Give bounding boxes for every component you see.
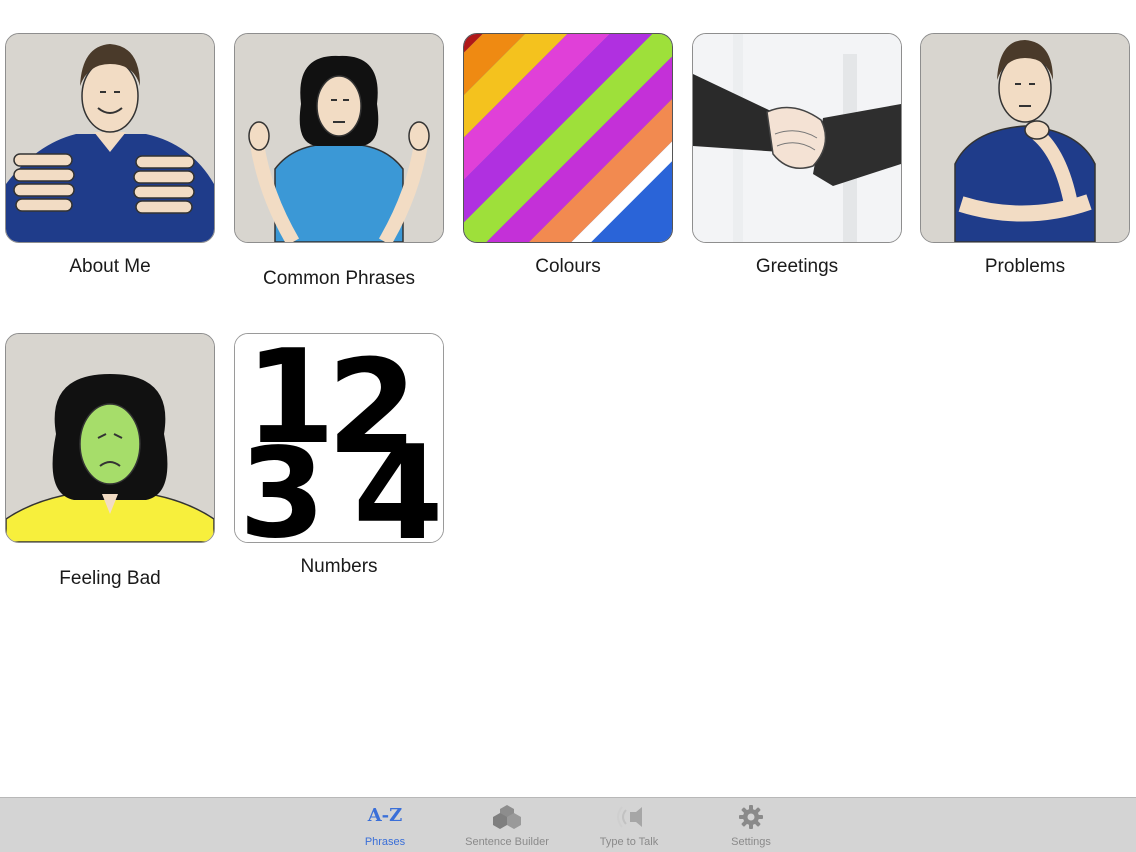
- gear-icon: [696, 804, 806, 830]
- category-label: Problems: [984, 256, 1066, 277]
- category-tile-common-phrases[interactable]: Common Phrases: [234, 33, 444, 290]
- category-label: About Me: [69, 256, 151, 277]
- tab-label: Settings: [731, 836, 771, 848]
- phrases-screen: About Me Common Phrases Colours Greeting…: [0, 0, 1136, 852]
- category-label: Common Phrases: [262, 268, 416, 289]
- woman-shrugging-icon: [234, 33, 444, 243]
- tab-settings[interactable]: Settings: [696, 798, 806, 852]
- tab-label: Phrases: [364, 836, 406, 848]
- tab-type-to-talk[interactable]: Type to Talk: [574, 798, 684, 852]
- category-label: Feeling Bad: [59, 568, 161, 589]
- man-pointing-self-icon: [5, 33, 215, 243]
- az-icon: A-Z: [330, 804, 440, 830]
- tab-sentence-builder[interactable]: Sentence Builder: [452, 798, 562, 852]
- az-glyph: A-Z: [367, 805, 403, 826]
- category-tile-about-me[interactable]: About Me: [5, 33, 215, 278]
- category-tile-greetings[interactable]: Greetings: [692, 33, 902, 278]
- rainbow-stripes-icon: [463, 33, 673, 243]
- bottom-tab-bar: A-Z Phrases Sentence Builder Type to Tal…: [0, 797, 1136, 852]
- category-tile-feeling-bad[interactable]: Feeling Bad: [5, 333, 215, 590]
- category-tile-colours[interactable]: Colours: [463, 33, 673, 278]
- blocks-icon: [452, 804, 562, 830]
- digit-three: 3: [239, 422, 325, 542]
- tab-label: Sentence Builder: [465, 836, 549, 848]
- digit-four: 4: [353, 417, 443, 542]
- sick-woman-icon: [5, 333, 215, 543]
- man-thinking-icon: [920, 33, 1130, 243]
- category-label: Numbers: [300, 556, 378, 577]
- speaker-icon: [574, 804, 684, 830]
- tab-phrases[interactable]: A-Z Phrases: [330, 798, 440, 852]
- category-label: Colours: [535, 256, 601, 277]
- category-label: Greetings: [755, 256, 839, 277]
- numbers-icon: 1 2 3 4: [234, 333, 444, 543]
- category-tile-problems[interactable]: Problems: [920, 33, 1130, 278]
- handshake-icon: [692, 33, 902, 243]
- tab-label: Type to Talk: [599, 836, 659, 848]
- category-tile-numbers[interactable]: 1 2 3 4 Numbers: [234, 333, 444, 578]
